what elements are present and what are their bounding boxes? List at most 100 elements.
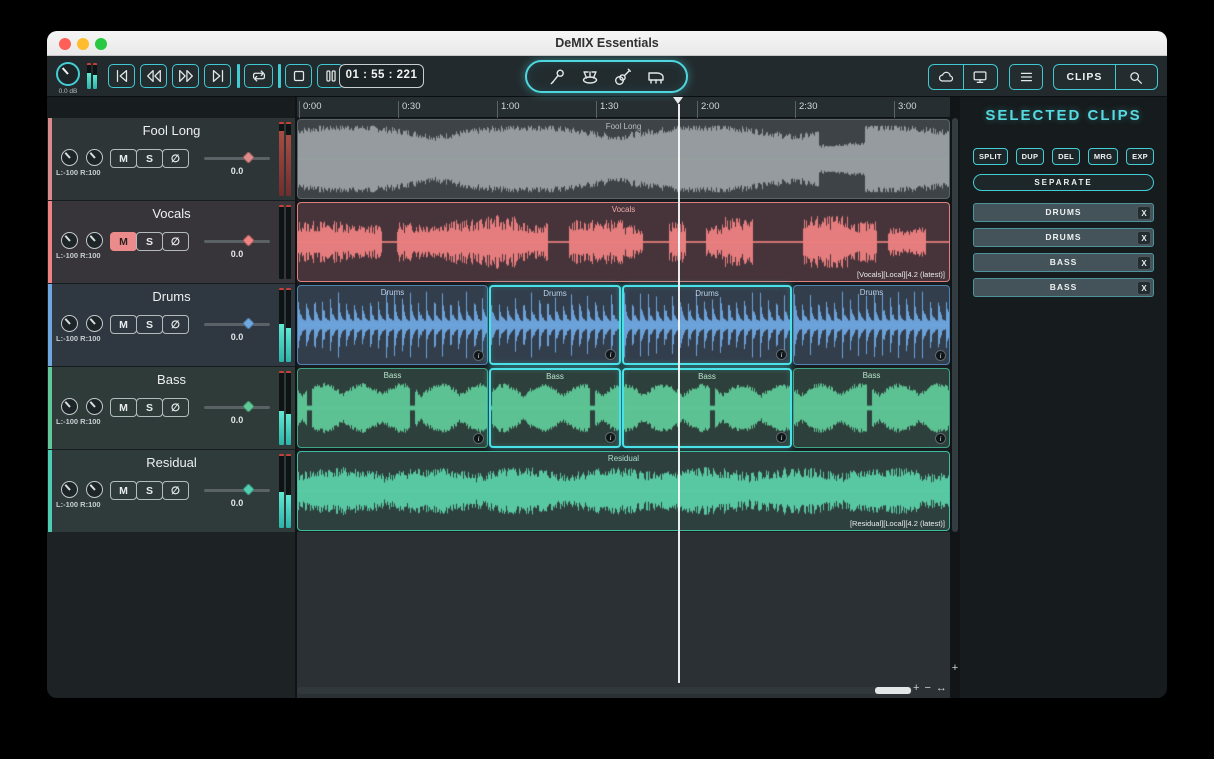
clip-info-badge[interactable]: i (935, 350, 946, 361)
stem-selector[interactable] (525, 60, 688, 93)
volume-slider[interactable] (204, 406, 270, 409)
microphone-icon[interactable] (546, 67, 568, 87)
playhead-marker[interactable] (673, 97, 683, 104)
merge-button[interactable]: MRG (1088, 148, 1118, 165)
fast-forward-button[interactable] (172, 64, 199, 88)
clips-button[interactable]: CLIPS (1054, 65, 1115, 89)
remove-clip-button[interactable]: X (1137, 206, 1151, 220)
volume-slider-thumb[interactable] (242, 317, 255, 330)
gain-knob[interactable] (61, 149, 78, 166)
horizontal-scrollbar-handle[interactable] (875, 687, 911, 694)
solo-button[interactable]: S (136, 481, 163, 500)
pan-range-label: L:-100 R:100 (56, 168, 101, 177)
clip-info-badge[interactable]: i (776, 349, 787, 360)
clip-residual[interactable]: Residual [Residual][Local][4.2 (latest)] (297, 451, 950, 531)
add-track-icon[interactable]: + (950, 663, 960, 674)
skip-start-button[interactable] (108, 64, 135, 88)
separate-button[interactable]: SEPARATE (973, 174, 1154, 191)
volume-slider-thumb[interactable] (242, 400, 255, 413)
gain-knob[interactable] (61, 398, 78, 415)
horizontal-scrollbar[interactable] (297, 687, 913, 694)
selected-clip-item[interactable]: DRUMS X (973, 228, 1154, 247)
clip-drums-3-selected[interactable]: Drums i (622, 285, 792, 365)
pan-knob[interactable] (86, 149, 103, 166)
phase-button[interactable]: ∅ (162, 481, 189, 500)
volume-slider-thumb[interactable] (242, 483, 255, 496)
remove-clip-button[interactable]: X (1137, 281, 1151, 295)
clip-info-badge[interactable]: i (935, 433, 946, 444)
clip-fool-long[interactable]: Fool Long (297, 119, 950, 199)
solo-button[interactable]: S (136, 232, 163, 251)
gain-knob[interactable] (61, 315, 78, 332)
clip-info-badge[interactable]: i (605, 349, 616, 360)
gain-knob[interactable] (61, 232, 78, 249)
phase-button[interactable]: ∅ (162, 315, 189, 334)
clip-info-badge[interactable]: i (473, 350, 484, 361)
pan-knob[interactable] (86, 232, 103, 249)
gain-knob[interactable] (61, 481, 78, 498)
piano-icon[interactable] (645, 67, 667, 87)
selected-clip-item[interactable]: BASS X (973, 253, 1154, 272)
export-button[interactable]: EXP (1126, 148, 1154, 165)
clip-info-badge[interactable]: i (605, 432, 616, 443)
split-button[interactable]: SPLIT (973, 148, 1008, 165)
mute-button[interactable]: M (110, 149, 137, 168)
zoom-out-icon[interactable]: − (924, 681, 930, 695)
solo-button[interactable]: S (136, 315, 163, 334)
volume-slider[interactable] (204, 157, 270, 160)
volume-slider[interactable] (204, 489, 270, 492)
delete-button[interactable]: DEL (1052, 148, 1080, 165)
selected-clip-item[interactable]: BASS X (973, 278, 1154, 297)
mute-button[interactable]: M (110, 481, 137, 500)
display-button[interactable] (963, 65, 997, 89)
selected-clip-label: DRUMS (974, 204, 1153, 221)
loop-button[interactable] (244, 64, 273, 88)
vertical-scrollbar[interactable]: + (950, 97, 960, 698)
clip-bass-3-selected[interactable]: Bass i (622, 368, 792, 448)
clip-bass-4[interactable]: Bass i (793, 368, 950, 448)
volume-slider-thumb[interactable] (242, 151, 255, 164)
pan-knob[interactable] (86, 481, 103, 498)
clip-drums-4[interactable]: Drums i (793, 285, 950, 365)
phase-button[interactable]: ∅ (162, 232, 189, 251)
zoom-in-icon[interactable]: + (913, 681, 919, 695)
vertical-scrollbar-handle[interactable] (952, 118, 958, 532)
volume-slider-thumb[interactable] (242, 234, 255, 247)
clip-vocals[interactable]: Vocals [Vocals][Local][4.2 (latest)] (297, 202, 950, 282)
clip-bass-1[interactable]: Bass i (297, 368, 488, 448)
mute-button[interactable]: M (110, 398, 137, 417)
timeline-ruler[interactable]: 0:00 0:30 1:00 1:30 2:00 2:30 3:00 (297, 97, 950, 118)
solo-button[interactable]: S (136, 398, 163, 417)
zoom-fit-icon[interactable]: ↔ (936, 681, 947, 695)
clip-info-badge[interactable]: i (473, 433, 484, 444)
remove-clip-button[interactable]: X (1137, 231, 1151, 245)
cloud-button[interactable] (929, 65, 963, 89)
skip-end-button[interactable] (204, 64, 231, 88)
rewind-button[interactable] (140, 64, 167, 88)
mute-button[interactable]: M (110, 232, 137, 251)
phase-button[interactable]: ∅ (162, 149, 189, 168)
clip-info-badge[interactable]: i (776, 432, 787, 443)
clip-drums-2-selected[interactable]: Drums i (489, 285, 621, 365)
solo-button[interactable]: S (136, 149, 163, 168)
menu-button[interactable] (1009, 64, 1043, 90)
phase-button[interactable]: ∅ (162, 398, 189, 417)
pan-knob[interactable] (86, 398, 103, 415)
guitar-icon[interactable] (612, 67, 634, 87)
master-volume-knob[interactable] (56, 62, 80, 86)
stop-button[interactable] (285, 64, 312, 88)
mute-button[interactable]: M (110, 315, 137, 334)
duplicate-button[interactable]: DUP (1016, 148, 1045, 165)
search-button[interactable] (1115, 65, 1157, 89)
remove-clip-button[interactable]: X (1137, 256, 1151, 270)
clip-drums-1[interactable]: Drums i (297, 285, 488, 365)
selected-clip-item[interactable]: DRUMS X (973, 203, 1154, 222)
pan-knob[interactable] (86, 315, 103, 332)
volume-slider[interactable] (204, 323, 270, 326)
playhead-line[interactable] (678, 104, 680, 683)
clip-bass-2-selected[interactable]: Bass i (489, 368, 621, 448)
drum-kit-icon[interactable] (579, 67, 601, 87)
track-panel: Bass M S ∅ 0.0 L:-100 R:100 (48, 367, 295, 449)
titlebar[interactable]: DeMIX Essentials (47, 31, 1167, 56)
volume-slider[interactable] (204, 240, 270, 243)
